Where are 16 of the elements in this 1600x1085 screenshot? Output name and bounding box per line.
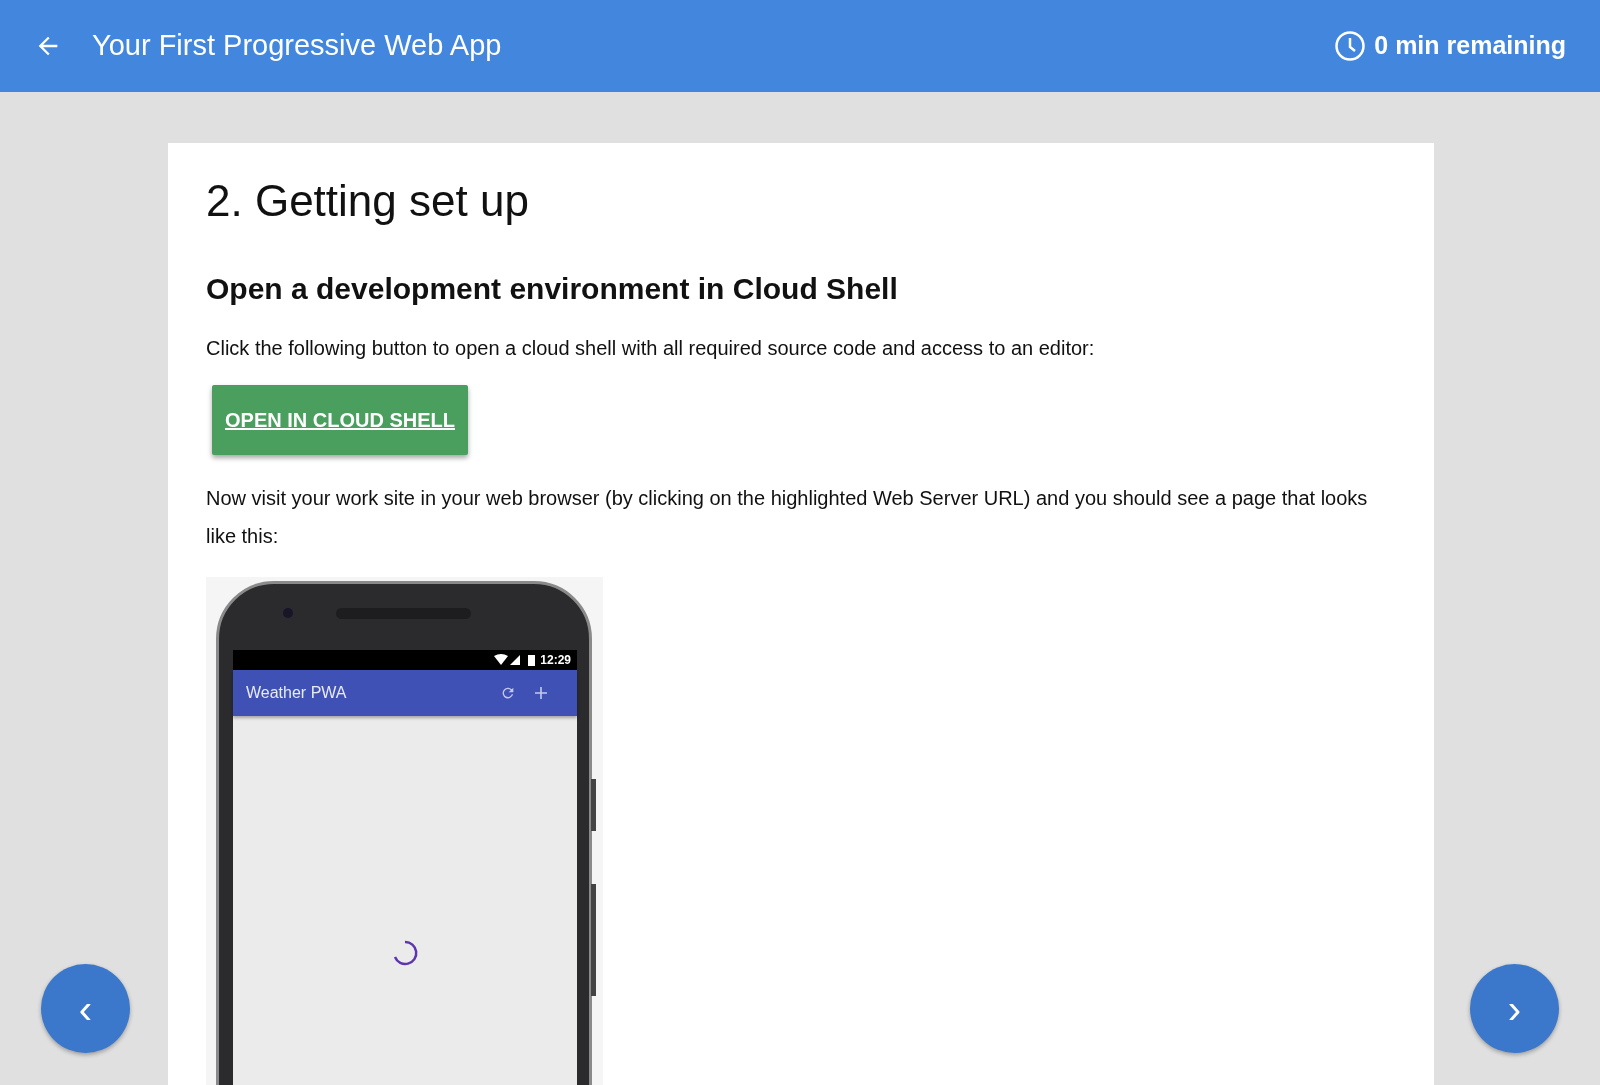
step-title: 2. Getting set up xyxy=(206,175,530,227)
loading-spinner-icon xyxy=(391,939,419,967)
next-button[interactable]: › xyxy=(1470,964,1559,1053)
previous-button[interactable]: ‹ xyxy=(41,964,130,1053)
paragraph: Now visit your work site in your web browser (by clicking on the highlighted Web Server URL) and you should see a page that looks like this: xyxy=(206,486,1369,549)
clock-icon xyxy=(1334,30,1367,62)
section-heading: Open a development environment in Cloud Shell xyxy=(206,271,899,307)
app-title: Weather PWA xyxy=(246,683,347,703)
open-cloud-shell-button[interactable]: OPEN IN CLOUD SHELL xyxy=(212,385,468,455)
add-icon xyxy=(534,686,548,700)
refresh-icon xyxy=(500,685,516,701)
battery-icon xyxy=(528,654,537,666)
status-time: 12:29 xyxy=(540,652,571,669)
paragraph: Click the following button to open a cloud shell with all required source code and access to an editor: xyxy=(206,336,1096,361)
page-title: Your First Progressive Web App xyxy=(92,28,502,64)
time-remaining: 0 min remaining xyxy=(1374,30,1566,62)
